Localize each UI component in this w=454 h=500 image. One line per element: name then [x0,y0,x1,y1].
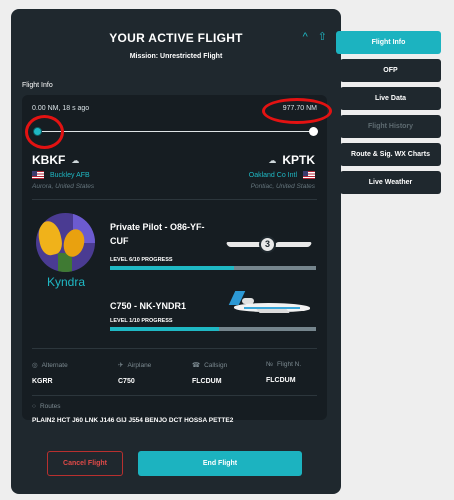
departure-location: Aurora, United States [32,183,95,190]
us-flag-icon [32,171,44,179]
arrival-icao: ☁ KPTK [268,153,315,167]
departure-icao-code: KBKF [32,153,66,167]
callsign-label: Callsign [204,361,228,369]
section-label: Flight Info [22,82,53,89]
routes-value: PLAIN2 HCT J60 LNK J146 GIJ J554 BENJO D… [32,417,234,424]
flight-info-card: 0.00 NM, 18 s ago 977.70 NM KBKF ☁ ☁ KPT… [22,95,332,424]
aircraft-level-label: LEVEL 1/10 PROGRESS [110,318,173,324]
panel-title: YOUR ACTIVE FLIGHT [109,31,243,45]
airplane-field: ✈ Airplane C750 [118,361,152,386]
arrival-airport-name: Oakland Co Intl [248,171,297,179]
destination-marker [309,127,318,136]
airplane-label: Airplane [127,361,152,369]
arrival-location: Pontiac, United States [250,183,315,190]
departure-icao: KBKF ☁ [32,153,79,167]
nav-live-data[interactable]: Live Data [340,87,441,110]
nav-live-weather[interactable]: Live Weather [340,171,441,194]
departure-airport-name: Buckley AFB [50,171,90,179]
mission-label: Mission: Unrestricted Flight [129,53,223,60]
panel-header-icons: ^ ⇧ [303,31,327,43]
divider [32,395,317,396]
pilot-progress-fill [110,266,234,270]
us-flag-icon [303,171,315,179]
alternate-airport-icon: ◎ [32,362,38,369]
alternate-label: Alternate [41,361,68,369]
cancel-flight-button[interactable]: Cancel Flight [47,451,123,476]
route-progress-track [36,131,314,132]
arrival-icao-code: KPTK [282,153,315,167]
nav-route-sig-wx-charts[interactable]: Route & Sig. WX Charts [340,143,441,166]
pilot-wings-icon: 3 [225,233,313,259]
sidebar-nav: Flight Info OFP Live Data Flight History… [336,31,441,199]
flight-number-value: FLCDUM [266,377,296,384]
annotation-circle-distance [262,98,332,124]
routes-icon: ○ [32,403,36,410]
flight-number-label: Flight N. [276,361,302,368]
routes-field: ○ Routes [32,403,61,410]
nav-flight-info[interactable]: Flight Info [336,31,441,54]
flight-number-field: № Flight N. FLCDUM [266,361,301,384]
callsign-value: FLCDUM [192,378,222,385]
aircraft-progress-bar [110,327,316,331]
share-icon[interactable]: ⇧ [318,31,327,43]
pilot-username: Kyndra [46,275,86,289]
aircraft-title: C750 - NK-YNDR1 [110,301,187,311]
airplane-value: C750 [118,378,135,385]
end-flight-button[interactable]: End Flight [138,451,302,476]
alternate-value: KGRR [32,378,53,385]
aircraft-progress-fill [110,327,220,331]
pilot-rank-title: Private Pilot - O86-YF-CUF [110,222,205,246]
divider [32,199,317,200]
avatar [36,213,95,272]
arrival-weather-icon[interactable]: ☁ [268,156,276,165]
nav-ofp[interactable]: OFP [340,59,441,82]
wings-rank-badge: 3 [259,236,276,253]
alternate-field: ◎ Alternate KGRR [32,361,68,386]
callsign-field: ☎ Callsign FLCDUM [192,361,228,386]
airplane-icon: ✈ [118,362,124,369]
arrival-airport: Oakland Co Intl [249,171,315,179]
routes-label: Routes [39,403,61,410]
route-elapsed: 0.00 NM, 18 s ago [32,105,90,112]
chevron-up-icon[interactable]: ^ [303,31,308,43]
aircraft-jet-icon [228,283,316,327]
pilot-level-label: LEVEL 6/10 PROGRESS [110,257,173,263]
annotation-circle-start [25,115,64,149]
departure-airport: Buckley AFB [32,171,90,179]
nav-flight-history: Flight History [340,115,441,138]
departure-weather-icon[interactable]: ☁ [71,156,79,165]
callsign-icon: ☎ [192,362,201,369]
pilot-progress-bar [110,266,316,270]
divider [32,348,317,349]
flight-number-icon: № [266,361,273,368]
